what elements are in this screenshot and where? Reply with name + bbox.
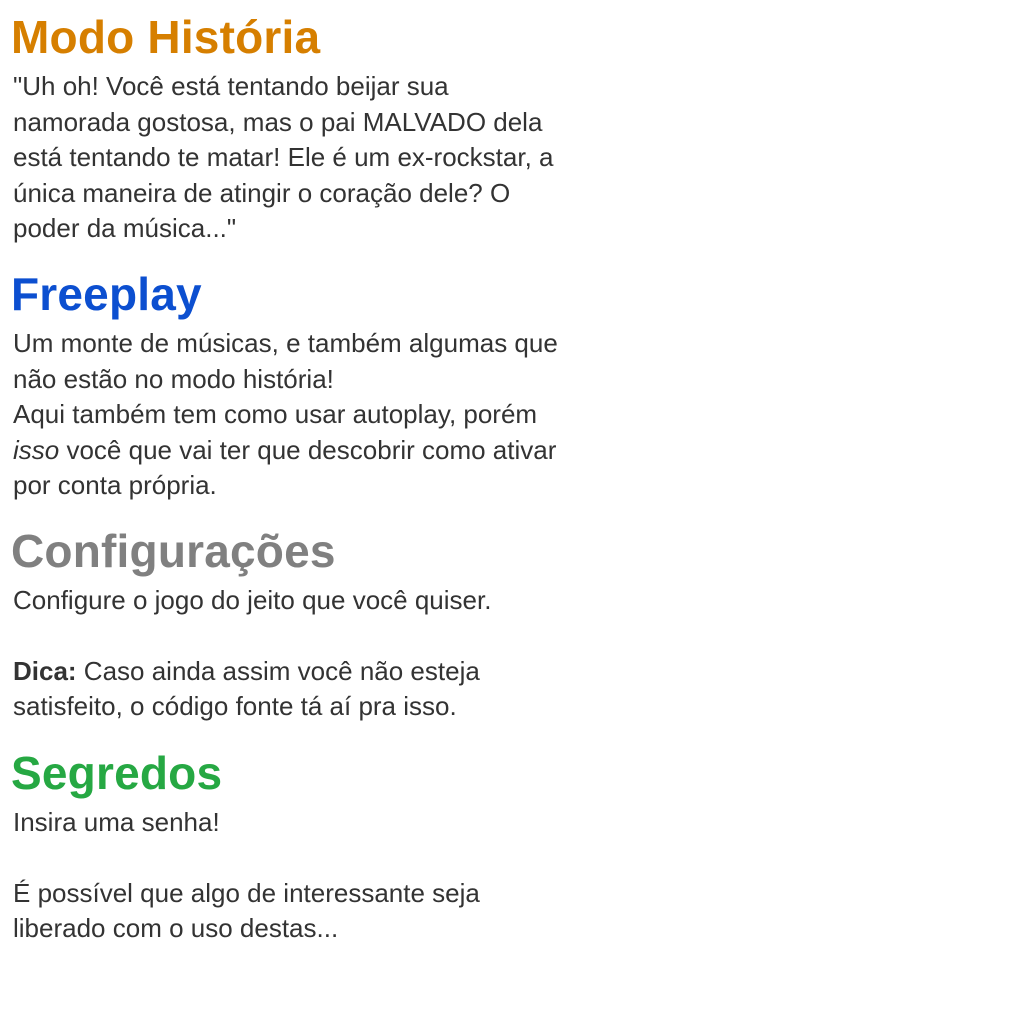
secrets-line: Insira uma senha! <box>13 807 220 837</box>
story-line: única maneira de atingir o coração dele?… <box>13 177 511 208</box>
tip-line: satisfeito, o código fonte tá aí pra iss… <box>13 691 457 721</box>
freeplay-title: Freeplay <box>11 268 202 320</box>
settings-line: Configure o jogo do jeito que você quise… <box>13 585 492 615</box>
secrets-line: liberado com o uso destas... <box>13 913 339 943</box>
game-help-page: Modo História "Uh oh! Você está tentando… <box>0 0 1024 1024</box>
tip-label: Dica: <box>13 655 77 686</box>
story-mode-section: Modo História "Uh oh! Você está tentando… <box>11 10 611 247</box>
tip-line: Dica: Caso ainda assim você não esteja <box>13 654 611 690</box>
story-line: "Uh oh! Você está tentando beijar sua <box>13 71 449 101</box>
freeplay-line: Aqui também tem como usar autoplay, poré… <box>13 399 538 429</box>
emphasis-text: isso <box>13 434 60 465</box>
tip-text: Caso ainda assim você não esteja <box>76 655 480 686</box>
story-mode-description: "Uh oh! Você está tentando beijar sua na… <box>11 69 611 247</box>
freeplay-line: isso você que vai ter que descobrir como… <box>13 433 611 469</box>
secrets-title: Segredos <box>11 747 223 799</box>
freeplay-line: por conta própria. <box>13 470 217 500</box>
story-mode-title: Modo História <box>11 11 321 63</box>
settings-section: Configurações Configure o jogo do jeito … <box>11 524 611 725</box>
story-line: poder da música..." <box>13 213 237 243</box>
freeplay-line: não estão no modo história! <box>13 363 334 394</box>
freeplay-line-rest: você que vai ter que descobrir como ativ… <box>59 434 557 465</box>
settings-title: Configurações <box>11 525 336 577</box>
story-line: está tentando te matar! Ele é um ex-rock… <box>13 142 554 172</box>
secrets-line: É possível que algo de interessante seja <box>13 877 480 908</box>
secrets-description: Insira uma senha! É possível que algo de… <box>11 805 611 947</box>
freeplay-section: Freeplay Um monte de músicas, e também a… <box>11 267 611 504</box>
freeplay-line: Um monte de músicas, e também algumas qu… <box>13 328 558 358</box>
secrets-section: Segredos Insira uma senha! É possível qu… <box>11 746 611 947</box>
settings-description: Configure o jogo do jeito que você quise… <box>11 583 611 725</box>
story-line: namorada gostosa, mas o pai MALVADO dela <box>13 106 543 137</box>
freeplay-description: Um monte de músicas, e também algumas qu… <box>11 326 611 504</box>
